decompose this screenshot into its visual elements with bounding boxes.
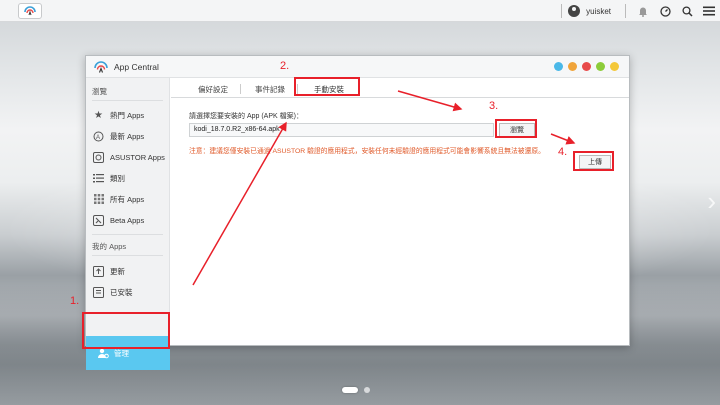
more-menu-icon[interactable] (698, 0, 720, 22)
tab-divider (240, 84, 241, 94)
new-apps-icon: A (92, 130, 105, 143)
window-title: App Central (114, 62, 159, 72)
annotation-box-manual-install-tab (294, 77, 360, 96)
annotation-box-upload (573, 151, 614, 171)
sidebar-item-all[interactable]: 所有 Apps (92, 190, 168, 208)
annotation-number: 4. (558, 146, 568, 158)
tab-preferences[interactable]: 偏好設定 (198, 84, 228, 95)
asustor-icon (92, 151, 105, 164)
topbar-divider (561, 4, 563, 18)
sidebar-divider (92, 100, 163, 101)
asustor-logo-icon (24, 6, 36, 16)
sidebar-item-label: 管理 (114, 348, 129, 358)
sidebar-item-label: Beta Apps (110, 215, 145, 225)
window-dot-yellow[interactable] (610, 62, 619, 71)
annotation-box-browse (495, 119, 537, 138)
pager-dot-active[interactable] (342, 387, 358, 393)
sidebar-item-label: ASUSTOR Apps (110, 152, 165, 162)
chevron-right-icon[interactable]: › (707, 186, 716, 217)
sidebar-item-beta[interactable]: Beta Apps (92, 211, 168, 229)
top-bar: yuisket (0, 0, 720, 22)
annotation-number: 1. (70, 295, 80, 307)
annotation-number: 2. (280, 60, 290, 72)
warning-text: 注意：建議您僅安裝已通過 ASUSTOR 驗證的應用程式，安裝任何未經驗證的應用… (189, 148, 545, 155)
sidebar-item-popular[interactable]: ★ 熱門 Apps (92, 106, 168, 124)
sidebar-item-label: 最新 Apps (110, 131, 145, 141)
username[interactable]: yuisket (586, 7, 611, 16)
sidebar-divider (92, 255, 163, 256)
grid-icon (92, 193, 105, 206)
home-button[interactable] (18, 3, 42, 19)
sidebar-item-new[interactable]: A 最新 Apps (92, 127, 168, 145)
topbar-divider (625, 4, 626, 18)
update-icon (92, 265, 105, 278)
sidebar: 瀏覽 ★ 熱門 Apps A 最新 Apps ASUSTOR Apps 類別 所… (86, 78, 170, 370)
window-dot-orange[interactable] (568, 62, 577, 71)
sidebar-item-label: 熱門 Apps (110, 110, 145, 120)
installed-icon (92, 286, 105, 299)
window-dot-red[interactable] (582, 62, 591, 71)
beta-icon (92, 214, 105, 227)
sidebar-item-label: 類別 (110, 173, 125, 183)
app-central-logo-icon (94, 61, 108, 73)
app-central-window: App Central 瀏覽 ★ 熱門 Apps A 最新 Apps ASUST… (85, 55, 630, 370)
notification-bell-icon[interactable] (632, 0, 654, 22)
annotation-box-manage (82, 312, 170, 349)
sidebar-item-installed[interactable]: 已安裝 (92, 283, 168, 301)
search-icon[interactable] (676, 0, 698, 22)
sidebar-item-asustor[interactable]: ASUSTOR Apps (92, 148, 168, 166)
star-icon: ★ (94, 109, 103, 121)
sidebar-item-label: 更新 (110, 266, 125, 276)
user-icon[interactable] (568, 5, 581, 17)
desktop-pager (342, 387, 370, 393)
sidebar-item-label: 所有 Apps (110, 194, 145, 204)
dashboard-gauge-icon[interactable] (654, 0, 676, 22)
apk-file-field[interactable]: kodi_18.7.0.R2_x86-64.apk (189, 123, 494, 137)
sidebar-divider (92, 234, 163, 235)
pager-dot[interactable] (364, 387, 370, 393)
list-icon (92, 172, 105, 185)
svg-text:A: A (96, 135, 100, 141)
window-titlebar[interactable]: App Central (86, 56, 629, 78)
window-dot-blue[interactable] (554, 62, 563, 71)
sidebar-item-label: 已安裝 (110, 287, 133, 297)
tab-event-log[interactable]: 事件記錄 (255, 84, 285, 95)
sidebar-section-browse: 瀏覽 (92, 87, 107, 96)
tab-bar: 偏好設定 事件記錄 手動安裝 (171, 78, 629, 98)
sidebar-section-my-apps: 我的 Apps (92, 242, 127, 251)
apk-select-label: 請選擇您要安裝的 App (APK 檔案)： (189, 113, 303, 120)
window-dot-green[interactable] (596, 62, 605, 71)
annotation-number: 3. (489, 100, 499, 112)
sidebar-item-update[interactable]: 更新 (92, 262, 168, 280)
sidebar-item-categories[interactable]: 類別 (92, 169, 168, 187)
